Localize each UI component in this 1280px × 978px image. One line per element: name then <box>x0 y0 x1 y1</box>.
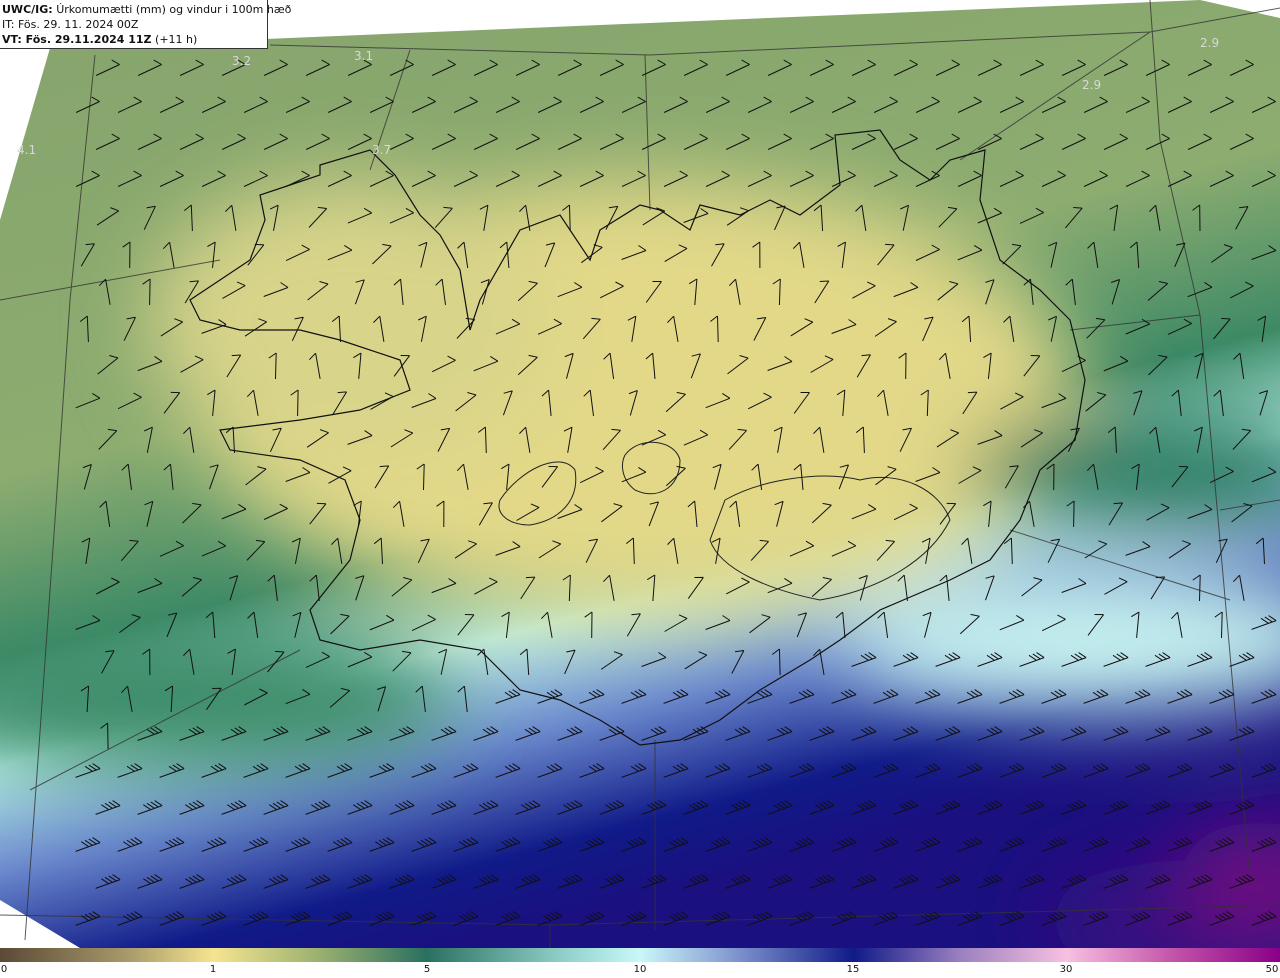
pressure-label: 4.1 <box>17 143 37 157</box>
map-title: Úrkomumætti (mm) og vindur i 100m hæð <box>56 3 292 16</box>
pressure-label: 2.9 <box>1200 36 1220 50</box>
colorbar-tick: 15 <box>846 964 860 975</box>
pressure-label: 3.7 <box>372 143 392 157</box>
colorbar-tick: 10 <box>633 964 647 975</box>
colorbar-tick: 50 <box>1265 964 1279 975</box>
colorbar-tick: 0 <box>0 964 8 975</box>
colorbar-tick: 30 <box>1059 964 1073 975</box>
pressure-label: 2.9 <box>1082 78 1102 92</box>
model-name: UWC/IG: <box>2 3 53 16</box>
pressure-label: 3.2 <box>232 54 252 68</box>
colorbar-ticks: 0 1 5 10 15 30 50 <box>0 962 1280 978</box>
precipitation-map <box>0 0 1280 948</box>
forecast-offset: (+11 h) <box>155 33 198 46</box>
colorbar-tick: 1 <box>209 964 217 975</box>
pressure-label: 3.1 <box>354 49 374 63</box>
map-header: UWC/IG: Úrkomumætti (mm) og vindur i 100… <box>0 0 291 49</box>
colorbar <box>0 948 1280 962</box>
initial-time: IT: Fös. 29. 11. 2024 00Z <box>2 18 139 31</box>
valid-time: VT: Fös. 29.11.2024 11Z <box>2 33 152 46</box>
colorbar-tick: 5 <box>423 964 431 975</box>
